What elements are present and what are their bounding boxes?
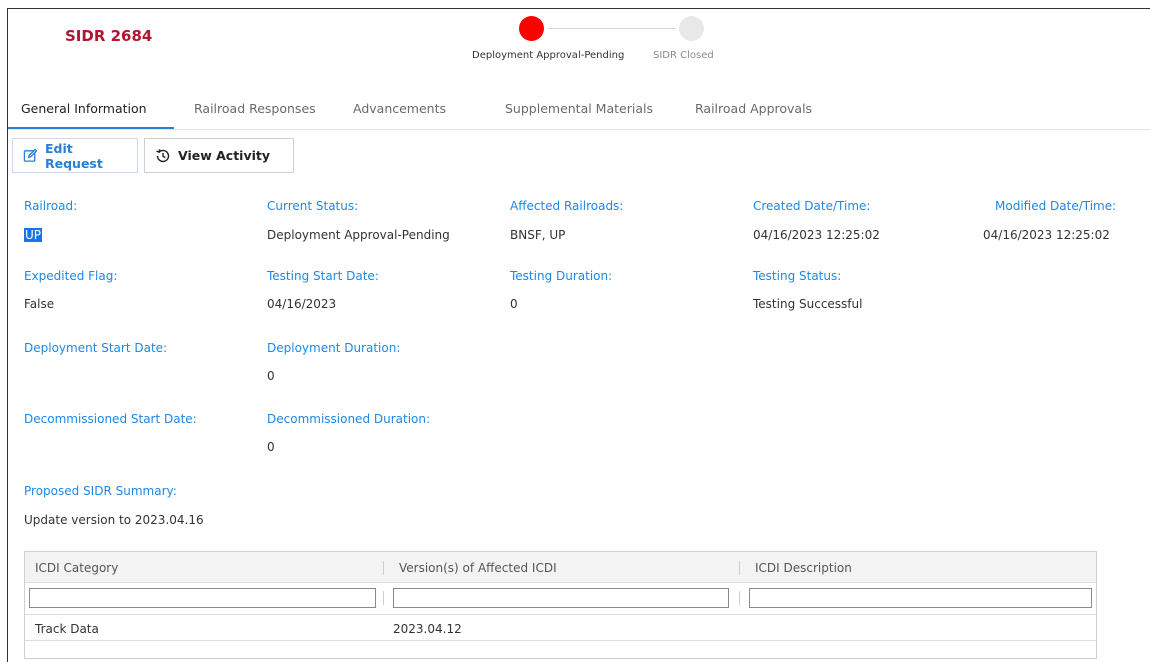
affected-railroads-label: Affected Railroads:	[510, 199, 624, 213]
deployment-duration-value: 0	[267, 369, 275, 383]
edit-icon	[23, 148, 38, 163]
tab-railroad-approvals[interactable]: Railroad Approvals	[695, 101, 812, 116]
modified-datetime-label: Modified Date/Time:	[995, 199, 1117, 213]
decommissioned-duration-value: 0	[267, 440, 275, 454]
testing-start-value: 04/16/2023	[267, 297, 337, 311]
affected-railroads-value: BNSF, UP	[510, 228, 566, 242]
current-status-label: Current Status:	[267, 199, 359, 213]
filter-input-icdi-description[interactable]	[749, 588, 1092, 608]
testing-start-label: Testing Start Date:	[267, 269, 379, 283]
tab-advancements[interactable]: Advancements	[353, 101, 446, 116]
page-title: SIDR 2684	[65, 27, 153, 45]
step-label-closed: SIDR Closed	[653, 50, 714, 61]
column-header-version[interactable]: Version(s) of Affected ICDI	[399, 561, 557, 575]
history-icon	[155, 148, 171, 164]
edit-request-label: Edit Request	[45, 140, 103, 171]
edit-request-button[interactable]: Edit Request	[12, 138, 138, 173]
column-separator[interactable]	[383, 561, 384, 575]
railroad-label: Railroad:	[24, 199, 78, 213]
decommissioned-duration-label: Decommissioned Duration:	[267, 412, 431, 426]
testing-status-value: Testing Successful	[753, 297, 863, 311]
filter-separator	[739, 591, 740, 605]
deployment-duration-label: Deployment Duration:	[267, 341, 401, 355]
filter-input-version[interactable]	[393, 588, 729, 608]
table-row[interactable]: Track Data 2023.04.12	[25, 615, 1096, 641]
expedited-flag-value: False	[24, 297, 55, 311]
current-status-value: Deployment Approval-Pending	[267, 228, 450, 242]
testing-status-label: Testing Status:	[753, 269, 842, 283]
step-dot-inactive	[679, 16, 704, 41]
app-frame: SIDR 2684 Deployment Approval-Pending SI…	[7, 8, 1150, 662]
view-activity-label: View Activity	[178, 148, 271, 163]
decommissioned-start-label: Decommissioned Start Date:	[24, 412, 197, 426]
column-separator[interactable]	[739, 561, 740, 575]
table-header: ICDI Category Version(s) of Affected ICD…	[25, 552, 1096, 583]
cell-version: 2023.04.12	[393, 622, 462, 636]
created-datetime-label: Created Date/Time:	[753, 199, 871, 213]
icdi-table: ICDI Category Version(s) of Affected ICD…	[24, 551, 1097, 659]
step-connector	[548, 28, 676, 29]
filter-row	[25, 583, 1096, 615]
testing-duration-label: Testing Duration:	[510, 269, 613, 283]
step-dot-active	[519, 16, 544, 41]
filter-separator	[383, 591, 384, 605]
column-header-icdi-category[interactable]: ICDI Category	[35, 561, 118, 575]
tab-general-information[interactable]: General Information	[21, 101, 147, 116]
cell-icdi-category: Track Data	[35, 622, 99, 636]
tab-railroad-responses[interactable]: Railroad Responses	[194, 101, 316, 116]
view-activity-button[interactable]: View Activity	[144, 138, 294, 173]
created-datetime-value: 04/16/2023 12:25:02	[753, 228, 880, 242]
column-header-icdi-description[interactable]: ICDI Description	[755, 561, 852, 575]
tab-bar: General Information Railroad Responses A…	[8, 95, 1150, 130]
deployment-start-label: Deployment Start Date:	[24, 341, 168, 355]
modified-datetime-value: 04/16/2023 12:25:02	[983, 228, 1110, 242]
step-label-deployment: Deployment Approval-Pending	[472, 50, 625, 61]
filter-input-icdi-category[interactable]	[29, 588, 376, 608]
active-tab-indicator	[8, 127, 174, 129]
railroad-value: UP	[24, 228, 43, 242]
summary-value: Update version to 2023.04.16	[24, 513, 204, 527]
expedited-flag-label: Expedited Flag:	[24, 269, 118, 283]
testing-duration-value: 0	[510, 297, 518, 311]
tab-supplemental-materials[interactable]: Supplemental Materials	[505, 101, 653, 116]
summary-label: Proposed SIDR Summary:	[24, 484, 177, 498]
